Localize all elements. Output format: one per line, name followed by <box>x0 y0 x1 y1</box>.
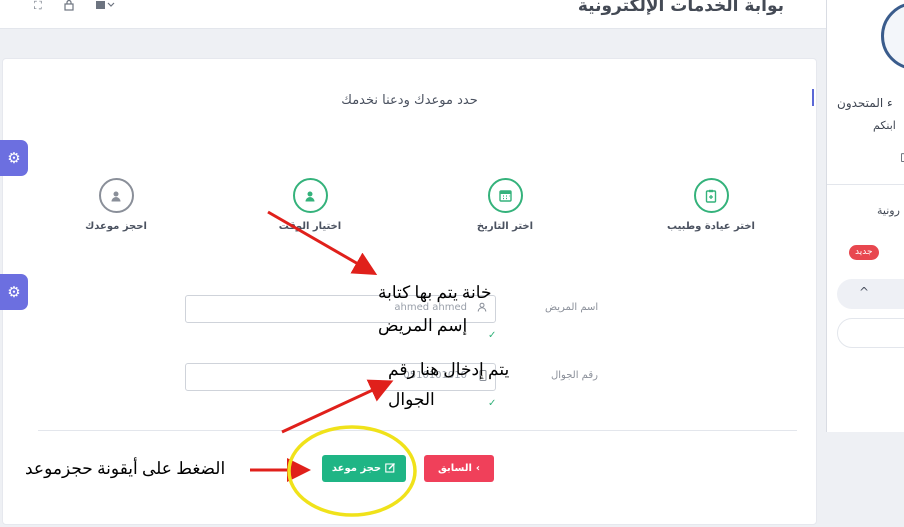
sidebar-user-name: ء المتحدون <box>837 96 893 110</box>
top-bar: ⛶ بوابة الخدمات الإلكترونية <box>0 0 826 29</box>
previous-button[interactable]: › السابق <box>424 455 494 482</box>
sidebar-separator <box>827 184 904 185</box>
step-clinic-doctor[interactable]: اختر عيادة وطبيب <box>656 178 766 232</box>
sidebar-item-eservices[interactable]: رونية <box>877 204 900 217</box>
lock-icon[interactable] <box>64 0 74 14</box>
organization-logo <box>881 2 904 70</box>
divider <box>38 430 797 431</box>
edit-icon <box>385 462 396 476</box>
step-label: اختر التاريخ <box>476 221 534 232</box>
sidebar-input[interactable] <box>837 318 904 348</box>
book-button-label: حجز موعد <box>331 463 382 474</box>
user-icon <box>98 178 134 213</box>
sidebar-msg-icon[interactable]: ◻ <box>900 150 904 165</box>
valid-check-icon: ✓ <box>488 330 497 341</box>
sidebar-panel: ء المتحدون ابنكم ◻ رونية جديد ^ <box>826 0 904 432</box>
clipboard-icon <box>693 178 729 213</box>
sidebar-user-subtitle: ابنكم <box>873 119 896 132</box>
sidebar-collapse-toggle[interactable]: ^ <box>837 279 904 309</box>
step-label: اختر عيادة وطبيب <box>667 221 755 232</box>
new-badge: جديد <box>849 245 879 260</box>
card-title: حدد موعدك ودعنا نخدمك <box>341 93 478 108</box>
user-icon <box>292 178 328 213</box>
chevron-up-icon: ^ <box>859 285 870 299</box>
step-label: احجز موعدك <box>85 221 147 232</box>
language-icon[interactable] <box>95 0 115 14</box>
annotation-name-line1: خانة يتم بها كتابة <box>378 283 492 302</box>
annotation-name-line2: إسم المريض <box>378 316 468 335</box>
settings-gear-icon[interactable]: ⚙ <box>0 140 28 176</box>
settings-gear-icon[interactable]: ⚙ <box>0 274 28 310</box>
patient-name-label: اسم المريض <box>545 302 599 313</box>
annotation-phone-line2: الجوال <box>388 390 435 409</box>
portal-title: بوابة الخدمات الإلكترونية <box>577 0 784 16</box>
step-book[interactable]: احجز موعدك <box>61 178 171 232</box>
step-label: اختيار الوقت <box>278 221 342 232</box>
valid-check-icon: ✓ <box>488 398 497 409</box>
user-icon <box>477 302 487 315</box>
step-time[interactable]: اختيار الوقت <box>255 178 365 232</box>
chevron-right-icon: › <box>475 463 481 474</box>
previous-button-label: السابق <box>438 463 472 474</box>
step-date[interactable]: اختر التاريخ <box>450 178 560 232</box>
fullscreen-icon[interactable]: ⛶ <box>34 0 42 12</box>
accent-line <box>812 89 814 106</box>
calendar-icon <box>487 178 523 213</box>
annotation-phone-line1: يتم إدخال هنا رقم <box>388 360 510 379</box>
phone-label: رقم الجوال <box>551 370 598 381</box>
patient-name-value: ahmed ahmed <box>394 302 467 313</box>
annotation-book: الضغط على أيقونة حجزموعد <box>25 459 226 478</box>
book-appointment-button[interactable]: حجز موعد <box>322 455 406 482</box>
